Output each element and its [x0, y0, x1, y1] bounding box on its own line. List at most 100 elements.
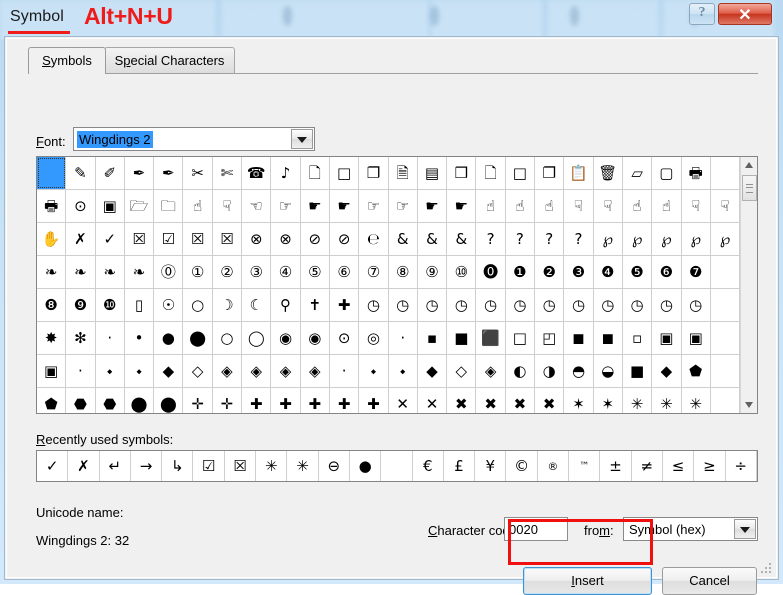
symbol-cell[interactable]: ✕ [389, 388, 418, 413]
symbol-cell[interactable]: ✒ [154, 157, 184, 189]
scroll-up-arrow-icon[interactable] [741, 157, 757, 174]
symbol-cell[interactable]: · [389, 322, 418, 354]
symbol-cell[interactable]: & [447, 223, 477, 255]
symbol-cell[interactable]: ☑ [154, 223, 184, 255]
tab-special-characters[interactable]: Special Characters [104, 47, 235, 74]
symbol-cell[interactable]: ℘ [711, 223, 741, 255]
symbol-cell[interactable]: ⑧ [389, 256, 418, 288]
symbol-cell[interactable]: 🗋 [476, 157, 506, 189]
symbol-cell[interactable]: ❧ [125, 256, 155, 288]
insert-button[interactable]: Insert [523, 567, 652, 595]
help-button[interactable]: ? [689, 3, 715, 25]
symbol-cell[interactable]: ⬩ [359, 355, 389, 387]
symbol-cell[interactable]: ? [476, 223, 506, 255]
symbol-cell[interactable]: ⬣ [66, 388, 96, 413]
symbol-cell[interactable]: ⑩ [447, 256, 477, 288]
symbol-cell[interactable]: ✕ [418, 388, 448, 413]
symbol-cell[interactable]: ✝ [301, 289, 330, 321]
symbol-cell[interactable]: ⊙ [330, 322, 360, 354]
symbol-cell[interactable]: ? [506, 223, 536, 255]
symbol-cell[interactable]: ▪ [418, 322, 448, 354]
symbol-cell[interactable]: ◼ [594, 322, 623, 354]
symbol-cell[interactable]: ☝ [535, 190, 565, 222]
symbol-cell[interactable]: ② [213, 256, 243, 288]
symbol-cell[interactable]: ⊘ [330, 223, 360, 255]
symbol-cell[interactable]: ❸ [564, 256, 594, 288]
symbol-cell[interactable]: ◷ [682, 289, 711, 321]
symbol-cell[interactable]: □ [506, 322, 536, 354]
symbol-cell[interactable]: ❧ [96, 256, 125, 288]
symbol-cell[interactable]: ◆ [652, 355, 682, 387]
symbol-cell[interactable]: ✄ [213, 157, 243, 189]
symbol-cell[interactable]: ☎ [242, 157, 272, 189]
symbol-cell[interactable]: ⓪ [154, 256, 184, 288]
recent-symbol-cell[interactable]: ↵ [100, 451, 131, 481]
symbol-cell[interactable]: ☝ [623, 190, 653, 222]
symbol-cell[interactable]: □ [506, 157, 536, 189]
symbol-cell[interactable]: □ [330, 157, 360, 189]
symbol-cell[interactable]: ⚲ [271, 289, 301, 321]
scrollbar-thumb[interactable] [742, 175, 757, 201]
recent-symbol-cell[interactable]: ✓ [37, 451, 69, 481]
symbol-cell[interactable]: ◯ [242, 322, 272, 354]
symbol-cell[interactable]: ❿ [96, 289, 125, 321]
symbol-cell[interactable]: ⊗ [271, 223, 301, 255]
symbol-cell[interactable] [711, 289, 741, 321]
recent-symbol-cell[interactable]: ⊖ [319, 451, 350, 481]
recent-symbol-cell[interactable]: € [413, 451, 444, 481]
symbol-cell[interactable]: ▣ [96, 190, 125, 222]
symbol-cell[interactable]: ◇ [183, 355, 213, 387]
recent-symbol-cell[interactable]: ÷ [726, 451, 757, 481]
symbol-cell[interactable]: ◉ [301, 322, 330, 354]
symbol-cell[interactable]: ◇ [447, 355, 477, 387]
symbol-cell[interactable]: ■ [623, 355, 653, 387]
symbol-cell[interactable]: 🖶 [682, 157, 711, 189]
symbol-cell[interactable]: ✖ [476, 388, 506, 413]
symbol-cell[interactable]: 🗋 [301, 157, 330, 189]
symbol-cell[interactable]: ✶ [564, 388, 594, 413]
symbol-cell[interactable]: & [418, 223, 448, 255]
symbol-cell[interactable]: ◷ [506, 289, 536, 321]
symbol-cell[interactable]: ✚ [301, 388, 330, 413]
symbol-cell[interactable]: ◐ [506, 355, 536, 387]
symbol-cell[interactable]: ℘ [652, 223, 682, 255]
symbol-cell[interactable]: ✛ [183, 388, 213, 413]
recent-symbol-cell[interactable]: ≤ [663, 451, 695, 481]
symbol-cell[interactable]: ❧ [37, 256, 67, 288]
symbol-cell[interactable]: · [96, 322, 125, 354]
symbol-cell[interactable]: ▣ [37, 355, 67, 387]
recent-symbol-cell[interactable]: © [506, 451, 538, 481]
font-combobox[interactable]: Wingdings 2 [73, 127, 315, 151]
symbol-cell[interactable]: ■ [447, 322, 477, 354]
symbol-cell[interactable]: 🗁 [125, 190, 155, 222]
symbol-cell[interactable]: ✳ [682, 388, 711, 413]
symbol-cell[interactable] [711, 256, 741, 288]
symbol-cell[interactable]: 🗀 [154, 190, 184, 222]
symbol-cell[interactable]: ◆ [418, 355, 448, 387]
symbol-cell[interactable]: ⊗ [242, 223, 272, 255]
symbol-cell[interactable]: ❷ [535, 256, 565, 288]
symbol-cell[interactable]: ✖ [506, 388, 536, 413]
symbol-cell[interactable]: ✳ [623, 388, 653, 413]
symbol-cell[interactable]: ☝ [652, 190, 682, 222]
symbol-cell[interactable]: ◷ [564, 289, 594, 321]
recently-used-symbols[interactable]: ✓ ✗ ↵ → ↳ ☑ ☒ ✳ ✳ ⊖ ● € £ ¥ © ® ™ ± ≠ ≤ [36, 450, 758, 482]
symbol-cell[interactable]: ✒ [125, 157, 155, 189]
recent-symbol-cell[interactable]: ¥ [475, 451, 507, 481]
symbol-cell[interactable]: ❹ [594, 256, 623, 288]
symbol-cell[interactable]: ☝ [183, 190, 213, 222]
symbol-cell[interactable]: ● [154, 322, 184, 354]
symbol-cell[interactable]: ⬩ [125, 355, 155, 387]
symbol-cell[interactable]: ☛ [447, 190, 477, 222]
symbol-cell[interactable]: ☟ [711, 190, 741, 222]
symbol-cell[interactable]: ④ [271, 256, 301, 288]
symbol-cell[interactable]: ◒ [594, 355, 623, 387]
symbol-cell[interactable]: ✖ [447, 388, 477, 413]
symbol-cell[interactable]: ◼ [564, 322, 594, 354]
symbol-cell[interactable]: ◈ [242, 355, 272, 387]
symbol-cell[interactable]: ◰ [535, 322, 565, 354]
symbol-cell[interactable]: ⑤ [301, 256, 330, 288]
symbol-cell[interactable]: ▤ [418, 157, 448, 189]
symbol-cell[interactable]: ❽ [37, 289, 67, 321]
symbol-cell[interactable]: ✗ [66, 223, 96, 255]
